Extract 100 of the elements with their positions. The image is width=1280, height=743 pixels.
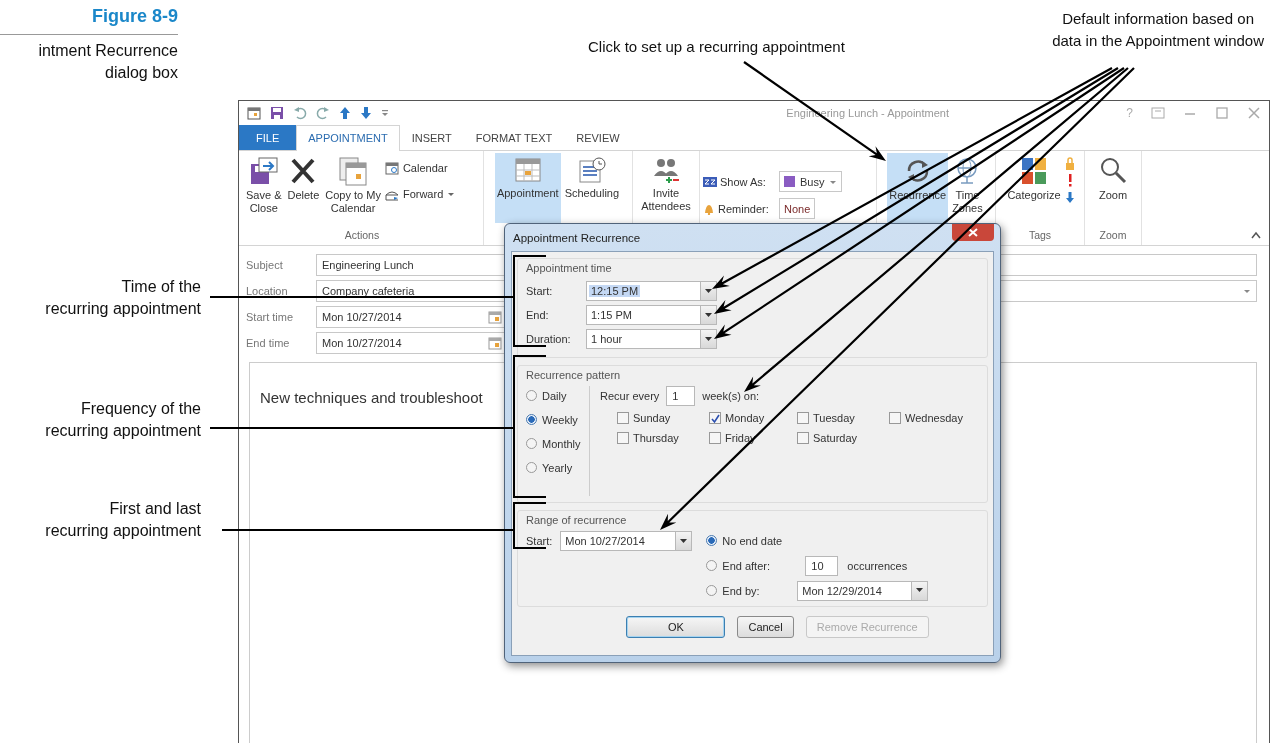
dialog-button[interactable]: OK [626,616,726,638]
figure-number: Figure 8-9 [91,6,178,27]
undo-icon[interactable] [293,106,307,120]
up-arrow-icon[interactable] [339,106,351,120]
ribbon-button[interactable]: Scheduling [562,153,622,223]
field-label: Show As: [703,175,775,188]
checkbox-label: Saturday [813,432,858,444]
field-label: Reminder: [703,202,775,215]
group-label: Actions [343,229,381,243]
bell-icon [703,202,715,215]
checkbox-label: Wednesday [905,412,963,424]
redo-icon[interactable] [316,106,330,120]
dropdown-button[interactable] [700,306,716,324]
field-label: End: [526,309,550,321]
time-dropdown[interactable]: 12:15 PM [586,281,717,301]
dropdown-button[interactable] [911,581,928,600]
calendar-icon [384,161,399,175]
collapse-caret-icon[interactable] [1251,231,1261,239]
field-label: Duration: [526,333,572,345]
ribbon-button[interactable]: Appointment [494,153,561,223]
dialog-title: Appointment Recurrence [512,231,642,244]
ribbon-tab[interactable]: REVIEW [564,125,632,150]
search-icon [1099,156,1127,186]
maximize-icon[interactable] [1215,107,1229,119]
lock-icon[interactable] [1064,157,1075,170]
number-field[interactable]: 10 [805,555,839,576]
dialog-button[interactable]: Cancel [737,616,794,638]
radio-button[interactable] [526,414,537,425]
ribbon-button[interactable]: Categorize [1005,153,1063,223]
ribbon-tab[interactable]: APPOINTMENT [296,125,400,151]
dropdown-button[interactable] [700,282,716,300]
caret-icon [705,312,712,318]
group-heading: Recurrence pattern [526,369,622,381]
radio-button[interactable] [526,438,537,449]
time-dropdown[interactable]: 1 hour [586,329,717,349]
down-arrow-icon[interactable] [1064,191,1075,203]
caret-icon [705,336,712,342]
ribbon-tab[interactable]: INSERT [399,125,464,150]
field-label: End time [246,337,291,349]
radio-label: End by: [722,584,761,597]
radio-button[interactable] [526,462,537,473]
caret-icon [680,538,688,544]
radio-label: Weekly [542,413,578,426]
radio-button[interactable] [526,390,537,401]
field-label: Recur every [600,390,660,402]
field-label: occurrences [847,559,908,572]
checkbox[interactable] [797,432,809,444]
busy-status-icon [703,175,717,188]
calendar-icon[interactable] [488,310,502,324]
close-icon[interactable] [1247,107,1261,119]
number-field[interactable]: 1 [666,386,696,406]
checkbox[interactable] [617,432,629,444]
group-heading: Appointment time [526,262,613,274]
field-label: Location [246,285,289,297]
ribbon-button[interactable]: Delete [285,153,322,223]
checkbox[interactable] [617,412,629,424]
checkbox-label: Sunday [633,412,671,424]
time-dropdown[interactable]: 1:15 PM [586,305,717,325]
ribbon-button[interactable]: Forward [384,187,456,201]
checkbox-label: Tuesday [813,412,855,424]
ribbon-button[interactable]: Copy to My Calendar [323,153,383,223]
date-dropdown[interactable]: Mon 12/29/2014 [797,580,929,601]
ribbon-button[interactable]: Calendar [384,161,456,175]
checkbox[interactable] [709,412,721,424]
field-label: Start: [526,285,554,297]
people-icon [652,156,680,184]
checkbox-label: Monday [725,412,765,424]
checkbox[interactable] [709,432,721,444]
exclamation-icon[interactable] [1066,174,1073,187]
ribbon-button[interactable]: Invite Attendees [639,153,693,223]
radio-label: Yearly [542,461,573,474]
ribbon-tab[interactable]: FORMAT TEXT [463,125,565,150]
calendar-icon[interactable] [488,336,502,350]
radio-button[interactable] [706,535,718,546]
callout-label: Default information based on data in the Appointment window [1052,9,1264,51]
radio-button[interactable] [706,585,718,596]
caret-icon [447,190,456,198]
dropdown-button[interactable] [700,330,716,348]
radio-button[interactable] [706,560,718,571]
checkbox[interactable] [797,412,809,424]
categorize-icon [1020,156,1048,186]
down-arrow-icon[interactable] [360,106,372,120]
ribbon-button[interactable]: Save & Close [244,153,284,223]
reminder-dropdown[interactable]: None [779,198,816,219]
caret-icon [705,288,712,294]
field-label: Start time [246,311,295,323]
close-button[interactable] [952,224,994,241]
status-dropdown[interactable]: Busy [779,171,843,192]
calendar-icon[interactable] [247,106,261,120]
field-label: Subject [246,259,284,271]
save-close-icon [248,156,279,186]
save-icon[interactable] [270,106,284,120]
checkbox[interactable] [889,412,901,424]
ribbon-display-icon[interactable] [1151,107,1165,119]
date-dropdown[interactable]: Mon 10/27/2014 [560,531,693,551]
file-tab[interactable]: FILE [239,125,297,150]
checkbox-label: Thursday [633,432,679,444]
ribbon-button[interactable]: Zoom [1096,153,1130,223]
dropdown-button[interactable] [675,532,692,550]
callout-label: First and last recurring appointment [45,499,201,541]
